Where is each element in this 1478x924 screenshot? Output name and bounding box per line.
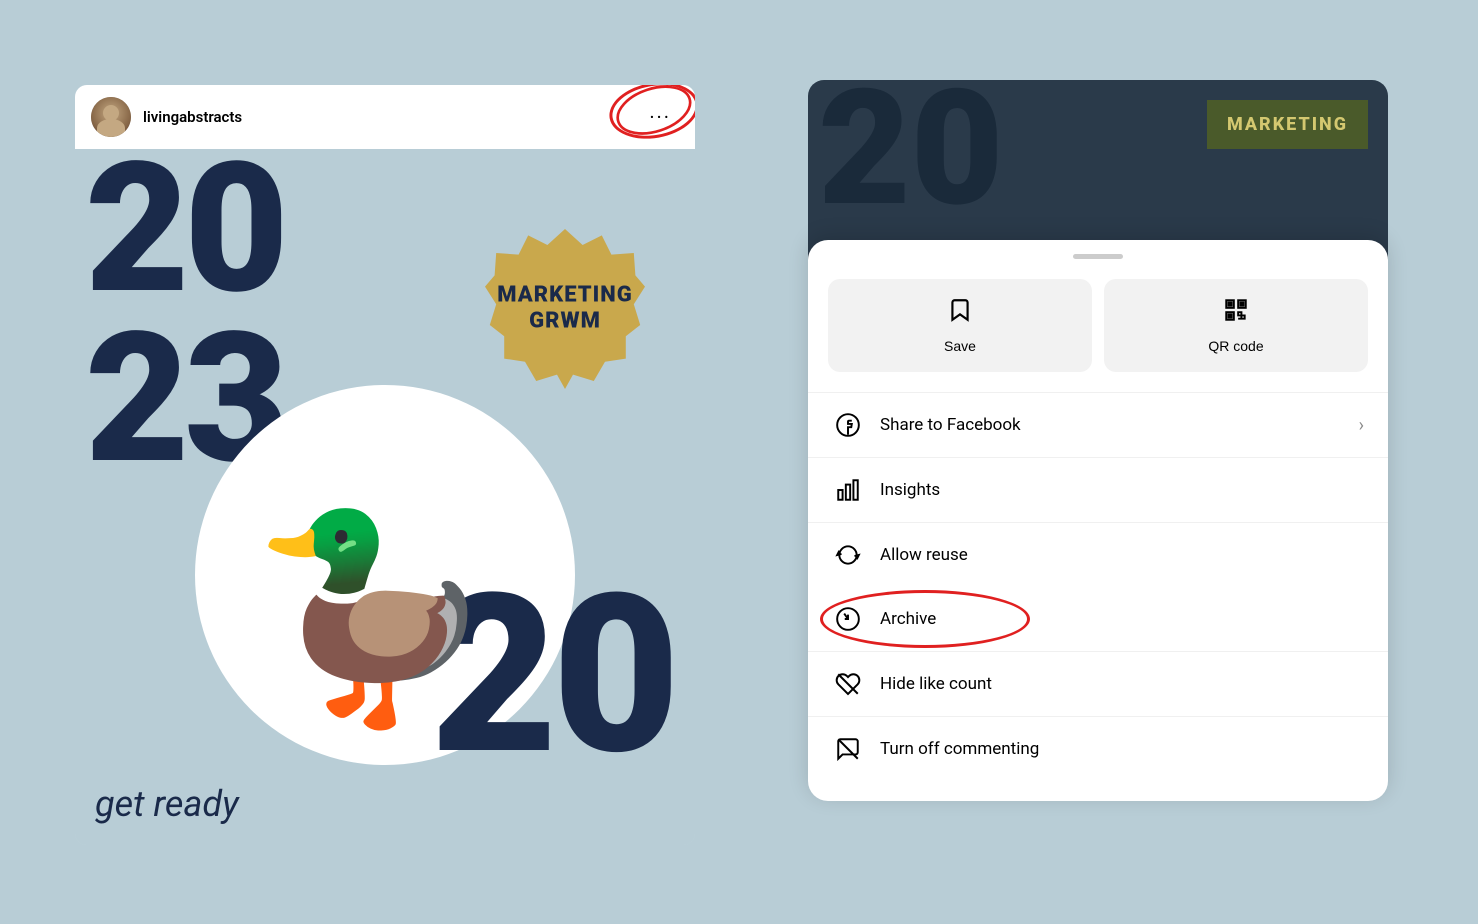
phone-drawer: Save QR code (808, 240, 1388, 801)
get-ready-text: get ready (95, 783, 239, 825)
reuse-icon (832, 539, 864, 571)
share-facebook-label: Share to Facebook (880, 415, 1359, 435)
hide-like-icon (832, 668, 864, 700)
chevron-icon: › (1359, 415, 1364, 436)
action-buttons: Save QR code (808, 279, 1388, 372)
insights-icon (832, 474, 864, 506)
commenting-label: Turn off commenting (880, 739, 1364, 759)
turn-off-commenting-item[interactable]: Turn off commenting (808, 716, 1388, 781)
qr-code-button[interactable]: QR code (1104, 279, 1368, 372)
insights-label: Insights (880, 480, 1364, 500)
allow-reuse-item[interactable]: Allow reuse (808, 522, 1388, 587)
save-icon (947, 297, 973, 330)
more-options-button[interactable]: ··· (641, 101, 679, 133)
post-header: livingabstracts ··· (75, 85, 695, 149)
facebook-icon (832, 409, 864, 441)
avatar (91, 97, 131, 137)
instagram-post-panel: livingabstracts ··· 20 23 MARKETINGGRWM … (75, 85, 695, 845)
drawer-handle (1073, 254, 1123, 259)
archive-wrapper: Archive (808, 587, 1388, 651)
duck-image: 🦆 (248, 500, 497, 735)
qr-label: QR code (1208, 338, 1263, 354)
hide-like-count-item[interactable]: Hide like count (808, 651, 1388, 716)
share-facebook-item[interactable]: Share to Facebook › (808, 392, 1388, 457)
commenting-icon (832, 733, 864, 765)
marketing-banner: MARKETING (1207, 100, 1368, 149)
qr-icon (1223, 297, 1249, 330)
starburst-badge: MARKETINGGRWM (485, 229, 645, 389)
insights-item[interactable]: Insights (808, 457, 1388, 522)
save-label: Save (944, 338, 976, 354)
archive-label: Archive (880, 609, 1364, 629)
username-label: livingabstracts (143, 108, 641, 126)
right-panel: 20 MARKETING Save (808, 80, 1388, 880)
save-button[interactable]: Save (828, 279, 1092, 372)
more-button-wrapper: ··· (641, 101, 679, 133)
archive-icon (832, 603, 864, 635)
bg-numbers: 20 (818, 80, 1003, 230)
badge-text: MARKETINGGRWM (497, 283, 632, 336)
archive-item[interactable]: Archive (808, 587, 1388, 651)
allow-reuse-label: Allow reuse (880, 545, 1364, 565)
post-content: 20 23 MARKETINGGRWM 🦆 20 get ready (75, 149, 695, 845)
hide-like-label: Hide like count (880, 674, 1364, 694)
